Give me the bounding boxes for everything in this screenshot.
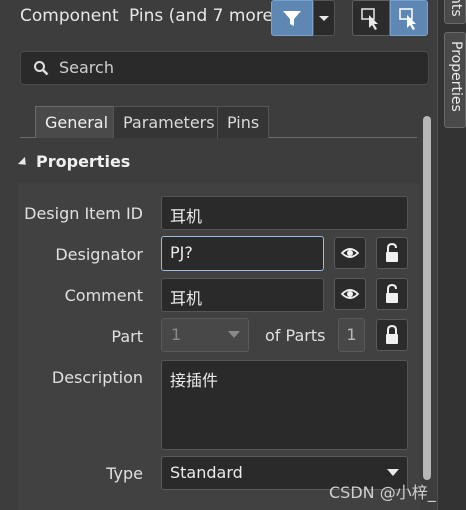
part-select: 1 xyxy=(161,318,249,352)
tab-bar: General Parameters Pins xyxy=(20,106,417,138)
properties-section-header[interactable]: Properties xyxy=(17,152,131,176)
chevron-down-icon xyxy=(319,16,329,21)
designator-label: Designator xyxy=(55,245,143,264)
section-title: Properties xyxy=(36,152,131,171)
parts-count: 1 xyxy=(338,318,365,352)
lock-icon xyxy=(386,324,398,344)
comment-visibility-button[interactable] xyxy=(334,278,366,310)
designator-field[interactable]: PJ? xyxy=(161,236,324,271)
filter-button[interactable] xyxy=(271,0,313,36)
search-input[interactable]: Search xyxy=(59,58,114,77)
side-dock: nts Properties xyxy=(437,0,466,510)
search-icon xyxy=(34,61,49,76)
unlock-icon xyxy=(386,283,398,303)
select-cursor-icon xyxy=(361,8,378,30)
comment-label: Comment xyxy=(64,286,143,305)
chevron-down-icon xyxy=(387,469,399,476)
properties-panel: Component Pins (and 7 more) Search Gener… xyxy=(0,0,437,510)
part-lock-button[interactable] xyxy=(376,319,408,351)
designator-lock-button[interactable] xyxy=(376,237,408,269)
comment-lock-button[interactable] xyxy=(376,278,408,310)
chevron-down-icon xyxy=(228,331,240,338)
object-kind-label: Component xyxy=(20,6,119,26)
design-item-id-label: Design Item ID xyxy=(24,204,143,223)
eye-icon xyxy=(340,248,360,258)
search-box[interactable]: Search xyxy=(20,51,429,85)
description-field[interactable]: 接插件 xyxy=(161,360,408,450)
type-value: Standard xyxy=(170,463,243,482)
design-item-id-field[interactable]: 耳机 xyxy=(161,196,408,230)
tab-parameters[interactable]: Parameters xyxy=(113,106,225,138)
panel-header: Component Pins (and 7 more) xyxy=(0,0,437,36)
collapse-arrow-icon xyxy=(17,156,30,169)
filter-dropdown-button[interactable] xyxy=(313,0,335,36)
type-label: Type xyxy=(106,464,143,483)
unlock-icon xyxy=(386,242,398,262)
tab-general[interactable]: General xyxy=(35,106,119,138)
comment-field[interactable]: 耳机 xyxy=(161,278,324,312)
side-tab-components[interactable]: nts xyxy=(444,0,466,24)
part-value: 1 xyxy=(171,325,182,344)
select-mask-button[interactable] xyxy=(352,0,390,36)
side-tab-components-label: nts xyxy=(448,0,464,17)
eye-icon xyxy=(340,289,360,299)
side-tab-properties[interactable]: Properties xyxy=(444,32,466,128)
description-label: Description xyxy=(51,368,143,387)
side-tab-properties-label: Properties xyxy=(448,41,464,112)
designator-visibility-button[interactable] xyxy=(334,237,366,269)
part-label: Part xyxy=(111,327,143,346)
of-parts-label: of Parts xyxy=(265,326,326,345)
vertical-scrollbar[interactable] xyxy=(423,116,431,480)
select-cursor-button[interactable] xyxy=(390,0,428,36)
watermark: CSDN @小梓_ xyxy=(329,483,436,502)
tab-pins[interactable]: Pins xyxy=(217,106,270,138)
cursor-arrow-icon xyxy=(399,8,416,30)
selection-label: Pins (and 7 more) xyxy=(129,6,280,26)
filter-icon xyxy=(283,11,301,26)
